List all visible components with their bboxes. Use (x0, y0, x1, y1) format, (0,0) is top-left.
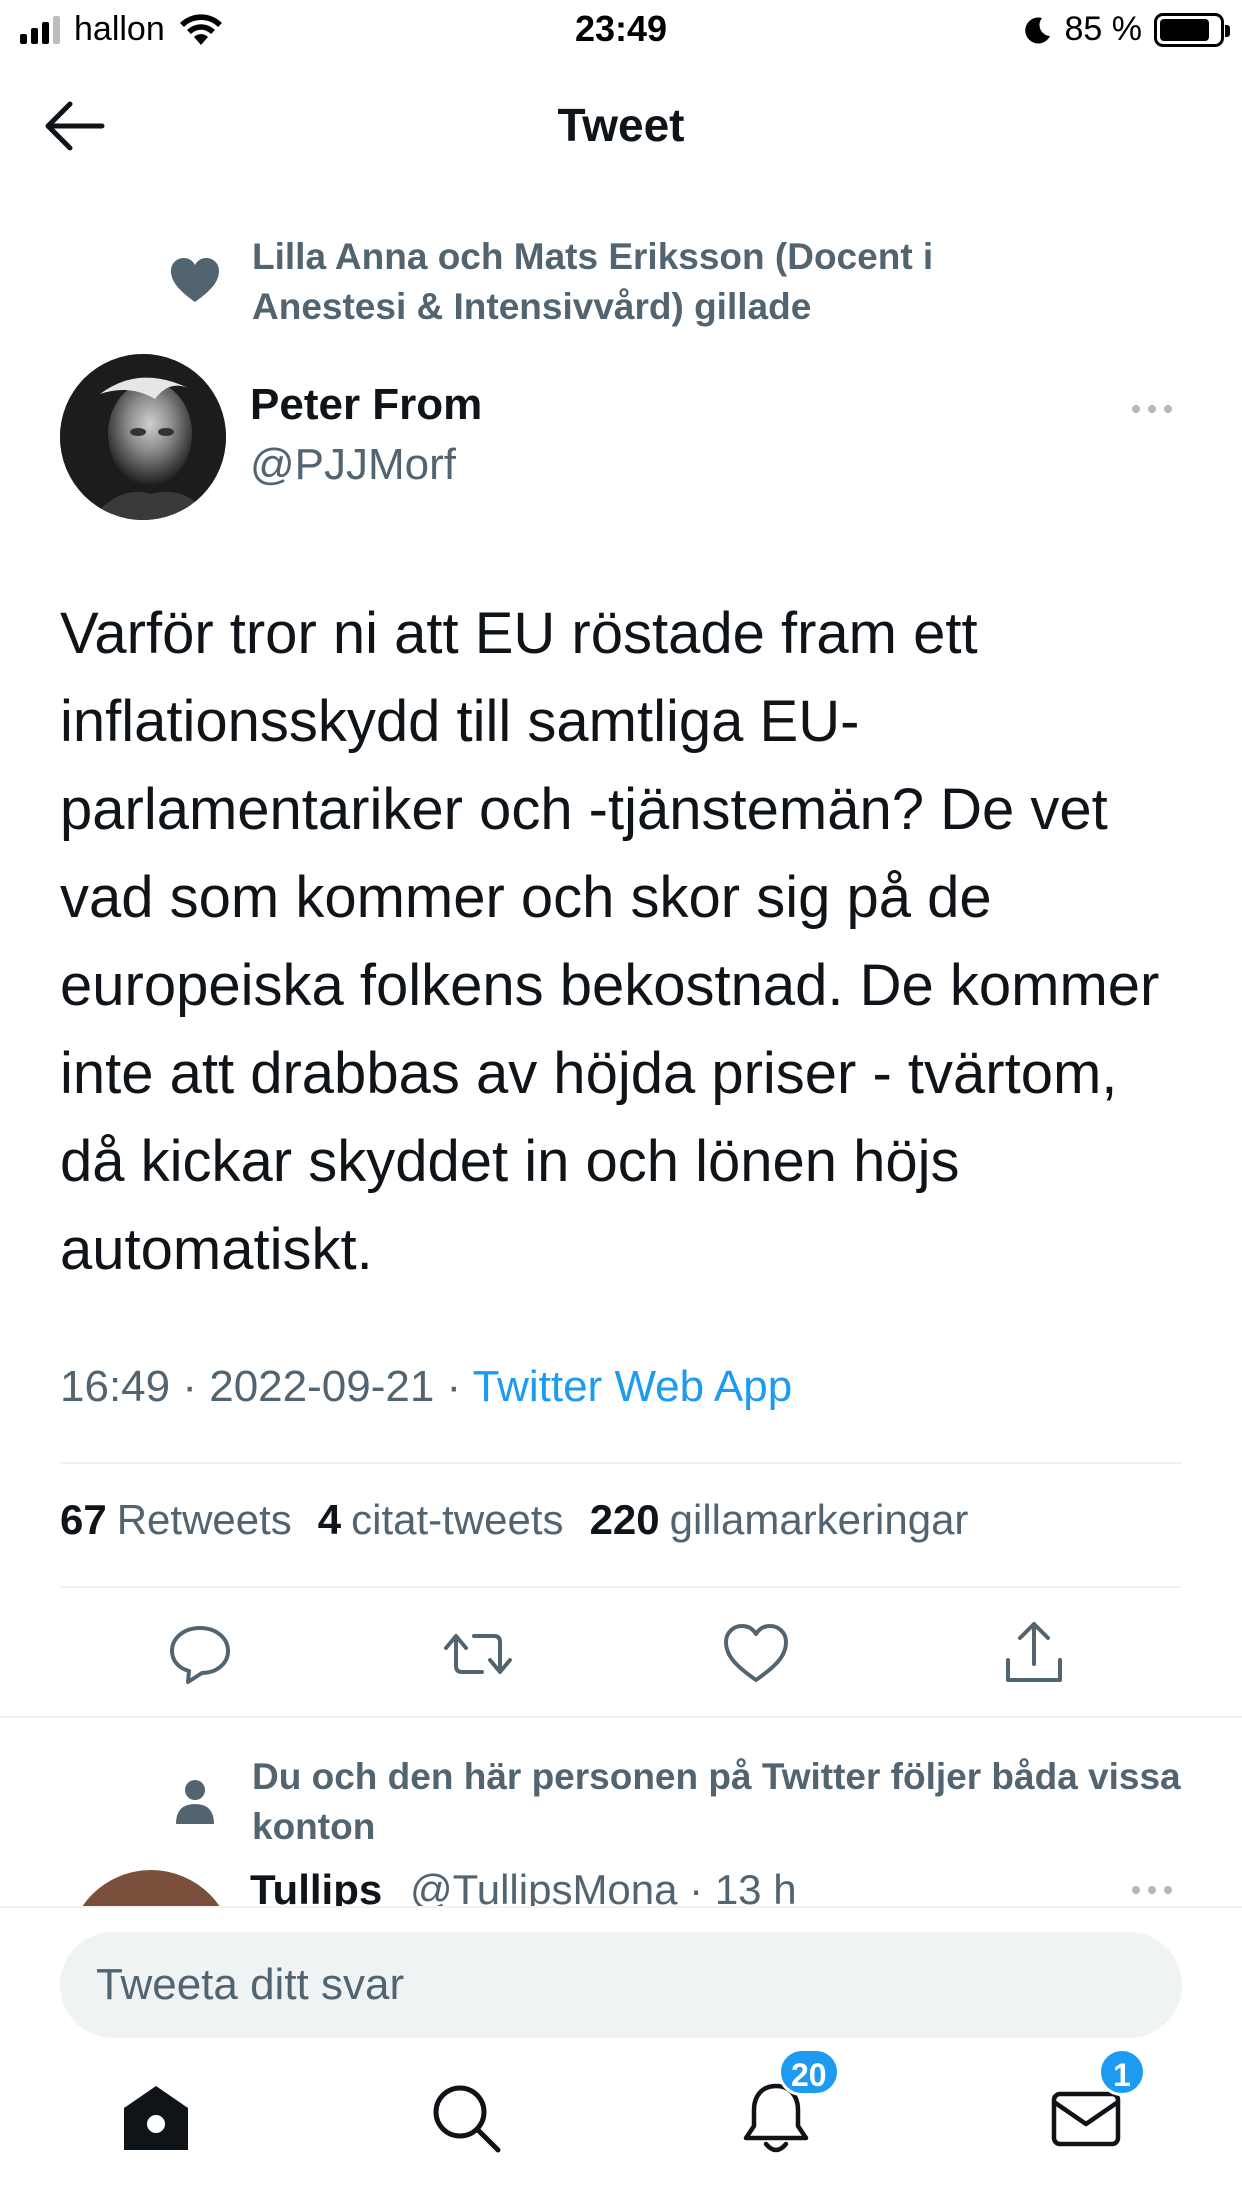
author-name[interactable]: Peter From (250, 380, 482, 430)
social-context[interactable]: Lilla Anna och Mats Eriksson (Docent i A… (168, 232, 1048, 332)
tab-notifications[interactable]: 20 (736, 2048, 840, 2158)
meta-separator: · (182, 1362, 197, 1411)
tweet-meta: 16:49 · 2022-09-21 · Twitter Web App (60, 1362, 792, 1412)
battery-percent: 85 % (1064, 10, 1143, 48)
tweet-actions (60, 1618, 1182, 1690)
tweet-stats: 67 Retweets 4 citat-tweets 220 gillamarkeri… (60, 1496, 968, 1544)
tweet-time: 16:49 (60, 1362, 171, 1411)
messages-badge: 1 (1098, 2048, 1146, 2096)
share-icon[interactable] (998, 1618, 1070, 1690)
retweets-stat[interactable]: 67 Retweets (60, 1496, 292, 1544)
likes-count: 220 (589, 1496, 660, 1543)
notifications-badge: 20 (778, 2048, 840, 2096)
avatar[interactable] (60, 354, 226, 520)
home-icon[interactable] (116, 2078, 196, 2158)
retweets-count: 67 (60, 1496, 107, 1543)
reply-author-name[interactable]: Tullips (250, 1866, 382, 1906)
reply-tweet[interactable]: Tullips @TullipsMona · 13 h (60, 1866, 1182, 1906)
tweet-source-link[interactable]: Twitter Web App (473, 1362, 793, 1411)
like-icon[interactable] (720, 1618, 792, 1690)
reply-avatar[interactable] (68, 1870, 234, 1906)
retweets-label: Retweets (116, 1496, 292, 1543)
quotes-label: citat-tweets (351, 1496, 564, 1543)
reply-icon[interactable] (164, 1618, 236, 1690)
tweet-author: Peter From @PJJMorf (60, 354, 1182, 520)
battery-fill (1160, 18, 1210, 41)
divider (60, 1586, 1182, 1588)
person-icon (176, 1780, 214, 1824)
likes-label: gillamarkeringar (669, 1496, 969, 1543)
meta-separator: · (446, 1362, 462, 1411)
quotes-count: 4 (317, 1496, 342, 1543)
tweet-date: 2022-09-21 (209, 1362, 435, 1411)
reply-more-options-icon[interactable] (1122, 1880, 1182, 1900)
reply-author-handle: @TullipsMona · 13 h (410, 1866, 797, 1906)
avatar-image (60, 354, 226, 520)
battery-icon (1154, 12, 1230, 47)
tab-messages[interactable]: 1 (1046, 2048, 1146, 2158)
header: Tweet (0, 62, 1242, 192)
more-options-icon[interactable] (1122, 394, 1182, 424)
social-context-text: Lilla Anna och Mats Eriksson (Docent i A… (252, 236, 934, 327)
reply-social-context[interactable]: Du och den här personen på Twitter följe… (168, 1752, 1188, 1852)
tab-bar: 20 1 (0, 2048, 1242, 2178)
likes-stat[interactable]: 220 gillamarkeringar (590, 1496, 969, 1544)
reply-compose-input[interactable]: Tweeta ditt svar (60, 1932, 1182, 2038)
status-right: 85 % (1023, 10, 1230, 49)
divider (0, 1716, 1242, 1718)
status-bar: hallon 23:49 85 % (0, 0, 1242, 62)
search-icon[interactable] (426, 2078, 506, 2158)
divider (60, 1462, 1182, 1464)
author-handle[interactable]: @PJJMorf (250, 440, 456, 490)
quotes-stat[interactable]: 4 citat-tweets (318, 1496, 564, 1544)
compose-placeholder: Tweeta ditt svar (96, 1960, 405, 2009)
heart-icon (171, 258, 219, 302)
tweet-text: Varför tror ni att EU röstade fram ett i… (60, 601, 1160, 1282)
reply-context-text: Du och den här personen på Twitter följe… (252, 1756, 1181, 1847)
bottom-bar: Tweeta ditt svar 20 1 (0, 1906, 1242, 2208)
retweet-icon[interactable] (442, 1618, 514, 1690)
moon-icon (1024, 16, 1050, 43)
page-title: Tweet (557, 99, 685, 151)
